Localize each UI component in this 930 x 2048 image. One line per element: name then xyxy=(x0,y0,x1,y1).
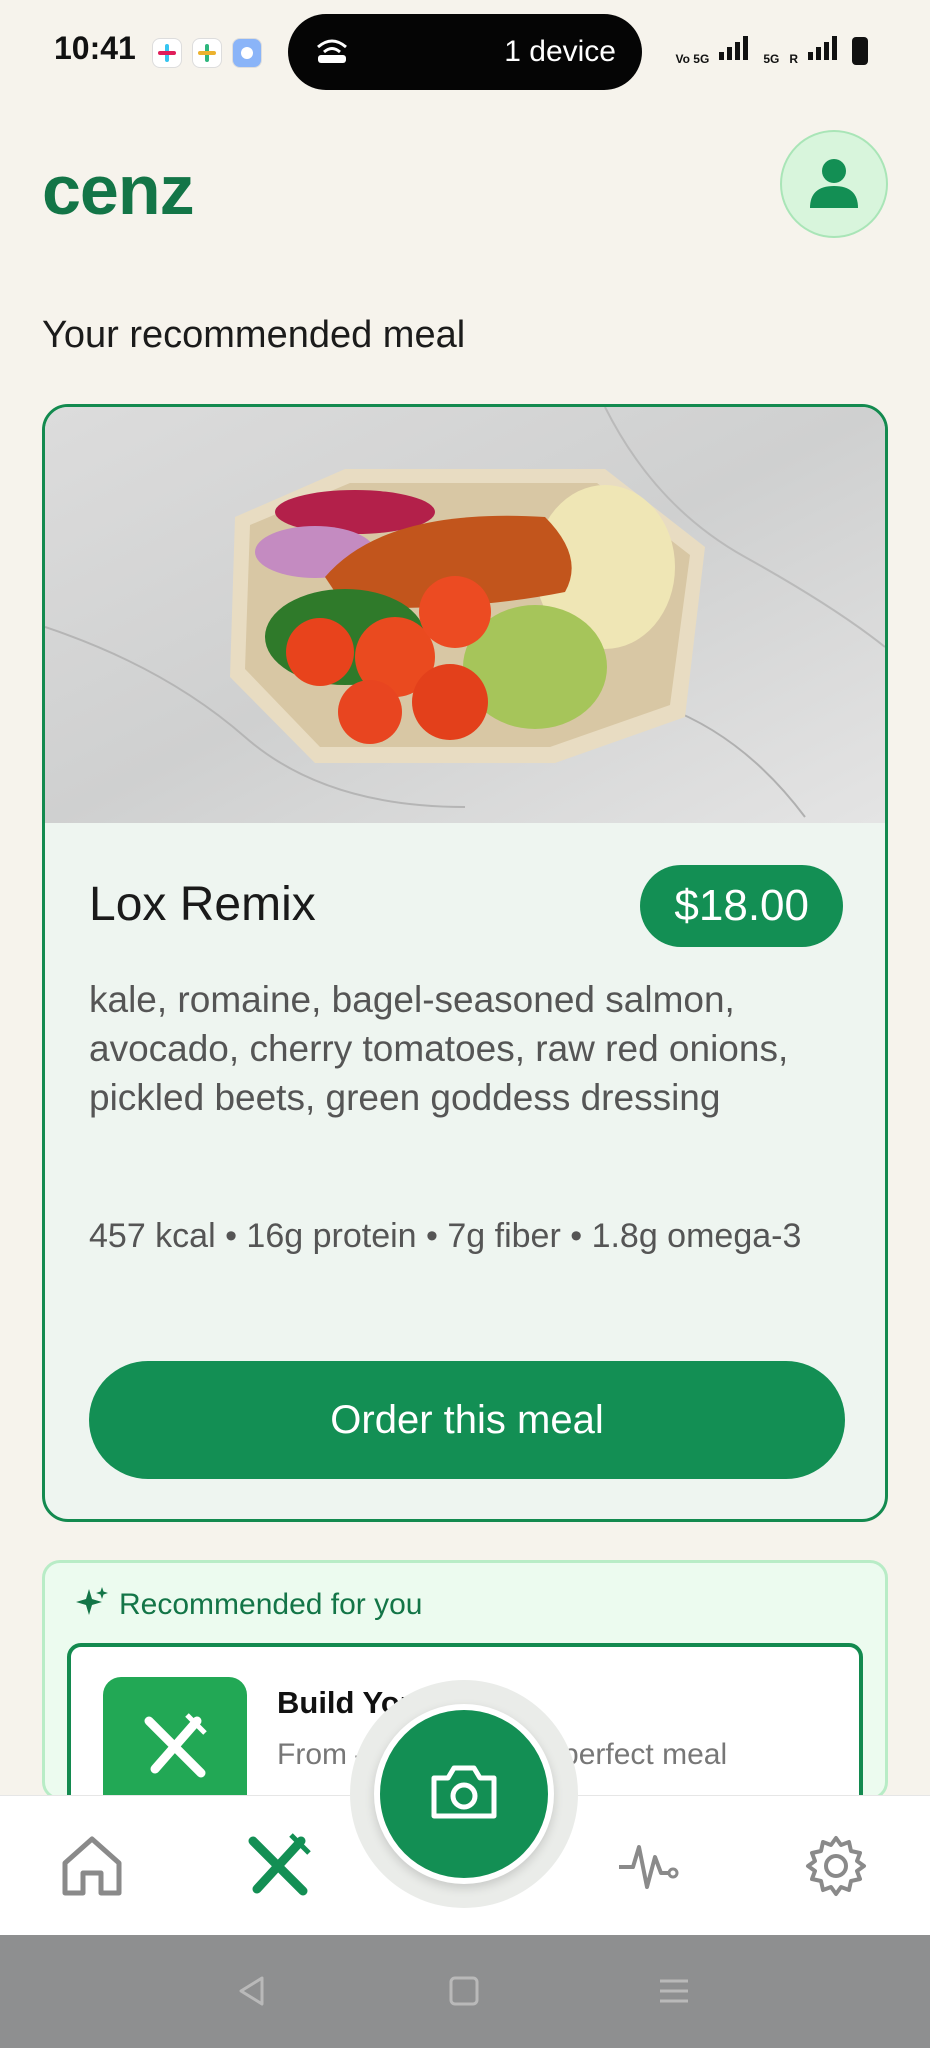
meal-nutrition: 457 kcal • 16g protein • 7g fiber • 1.8g… xyxy=(89,1217,802,1255)
utensils-icon xyxy=(243,1831,313,1906)
system-navigation-bar xyxy=(0,1935,930,2048)
hotspot-icon xyxy=(312,35,352,70)
profile-button[interactable] xyxy=(780,130,888,238)
nav-activity[interactable] xyxy=(610,1828,690,1908)
recommended-title: Recommended for you xyxy=(119,1587,423,1621)
dynamic-island[interactable]: 1 device xyxy=(288,14,642,90)
slack-icon xyxy=(152,38,182,68)
signal-icon xyxy=(808,36,842,65)
device-count: 1 device xyxy=(504,35,616,68)
recents-button[interactable] xyxy=(654,1973,694,2013)
settings-icon xyxy=(803,1833,869,1904)
signal-indicators: Vo 5G 5G R xyxy=(676,36,868,65)
camera-button[interactable] xyxy=(374,1704,554,1884)
network-label: Vo 5G xyxy=(675,52,710,66)
utensils-icon xyxy=(135,1707,215,1792)
network-label: 5G xyxy=(763,52,780,66)
app-logo: cenz xyxy=(42,151,195,229)
recommended-header: Recommended for you xyxy=(75,1585,423,1624)
back-button[interactable] xyxy=(232,1973,272,2013)
home-icon xyxy=(59,1833,125,1904)
order-meal-button[interactable]: Order this meal xyxy=(89,1361,845,1479)
nav-meals[interactable] xyxy=(238,1828,318,1908)
app-icon xyxy=(232,38,262,68)
home-button[interactable] xyxy=(444,1973,484,2013)
meal-name: Lox Remix xyxy=(89,878,316,931)
user-icon xyxy=(806,154,862,215)
square-icon xyxy=(448,1975,480,2012)
status-bar: 10:41 1 device Vo 5G 5G R xyxy=(0,0,930,104)
roaming-label: R xyxy=(789,52,798,66)
nav-home[interactable] xyxy=(52,1828,132,1908)
sparkles-icon xyxy=(75,1585,109,1624)
meal-photo xyxy=(45,407,885,823)
slack-icon xyxy=(192,38,222,68)
menu-icon xyxy=(658,1975,690,2012)
activity-icon xyxy=(617,1833,683,1904)
status-time: 10:41 xyxy=(54,30,136,66)
nav-settings[interactable] xyxy=(796,1828,876,1908)
signal-icon xyxy=(719,36,753,65)
notification-icons xyxy=(152,38,262,68)
recommendation-thumbnail xyxy=(103,1677,247,1797)
camera-icon xyxy=(430,1764,498,1825)
meal-description: kale, romaine, bagel-seasoned salmon, av… xyxy=(89,979,789,1118)
price-badge: $18.00 xyxy=(640,865,843,947)
back-icon xyxy=(236,1975,268,2012)
battery-icon xyxy=(852,37,868,65)
recommended-meal-card: Lox Remix $18.00 kale, romaine, bagel-se… xyxy=(42,404,888,1522)
page-title: Your recommended meal xyxy=(42,314,466,356)
